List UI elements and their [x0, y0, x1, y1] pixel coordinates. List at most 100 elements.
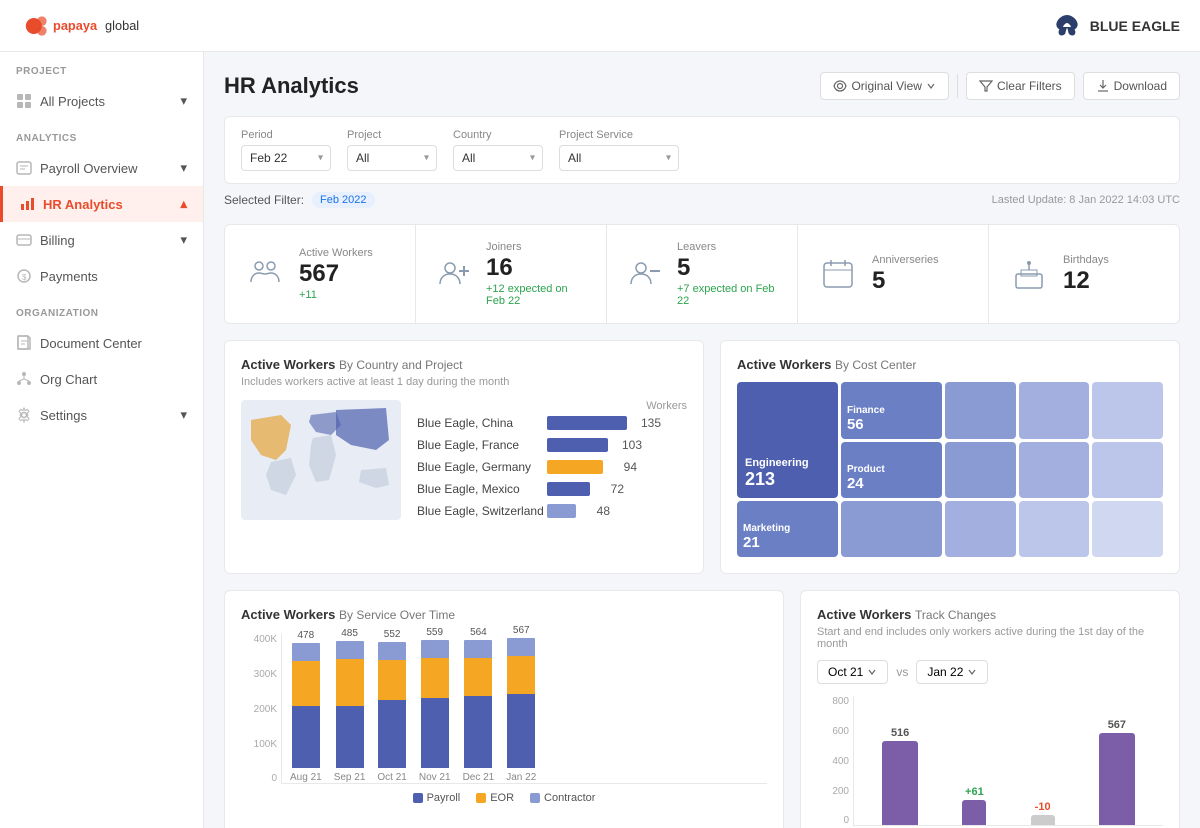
- original-view-button[interactable]: Original View: [820, 72, 948, 100]
- country-list: Workers Blue Eagle, China 135 Blue Ea: [417, 400, 687, 540]
- page-header: HR Analytics Original View Clear Filters: [224, 72, 1180, 100]
- grid-icon: [16, 93, 32, 109]
- papaya-global-logo: papaya global: [20, 10, 150, 42]
- nov21-eor: [421, 658, 449, 698]
- selected-filter-row: Selected Filter: Feb 2022 Lasted Update:…: [224, 192, 1180, 208]
- period-select[interactable]: Feb 22: [241, 145, 331, 171]
- sidebar-item-settings[interactable]: Settings ▾: [0, 397, 203, 433]
- sidebar-item-payments[interactable]: $ Payments: [0, 258, 203, 294]
- marketing-cell: Marketing 21: [737, 501, 838, 557]
- sidebar-item-hr-analytics[interactable]: HR Analytics ▴: [0, 186, 203, 222]
- bars-container: 478 Aug 21 485: [281, 634, 767, 784]
- last-update: Lasted Update: 8 Jan 2022 14:03 UTC: [992, 194, 1180, 206]
- track-changes-title: Active Workers Track Changes: [817, 607, 1163, 622]
- track-bar-oct21: 516: [882, 727, 918, 825]
- bottom-charts: Active Workers By Service Over Time 400K…: [224, 590, 1180, 828]
- charts-row-1: Active Workers By Country and Project In…: [224, 340, 1180, 574]
- divider: [957, 74, 958, 98]
- header-right: BLUE EAGLE: [1052, 11, 1180, 41]
- download-button[interactable]: Download: [1083, 72, 1180, 100]
- stat-card-active-workers: Active Workers 567 +11: [225, 225, 416, 323]
- project-service-filter-group: Project Service All: [559, 129, 679, 171]
- project-select[interactable]: All: [347, 145, 437, 171]
- jan22-track-bar: [1099, 733, 1135, 825]
- joiners-value: 16: [486, 255, 586, 281]
- compare-row: Oct 21 vs Jan 22: [817, 660, 1163, 684]
- bar-aug21: 478 Aug 21: [290, 630, 322, 783]
- filters-row: Period Feb 22 Project All: [224, 116, 1180, 184]
- project-service-label: Project Service: [559, 129, 679, 141]
- period-select-wrapper: Feb 22: [241, 145, 331, 171]
- active-workers-sub: +11: [299, 289, 373, 301]
- period1-button[interactable]: Oct 21: [817, 660, 888, 684]
- switzerland-bar: [547, 504, 576, 518]
- period2-button[interactable]: Jan 22: [916, 660, 988, 684]
- oct21-track-bar: [882, 741, 918, 825]
- project-service-select[interactable]: All: [559, 145, 679, 171]
- birthdays-label: Birthdays: [1063, 254, 1109, 266]
- cost-cell-4: [1019, 382, 1090, 438]
- y-axis: 400K 300K 200K 100K 0: [241, 634, 277, 784]
- country-row-china: Blue Eagle, China 135: [417, 416, 687, 430]
- joiners-label: Joiners: [486, 241, 586, 253]
- workers-icon: [245, 254, 285, 294]
- active-workers-value: 567: [299, 261, 373, 287]
- oct21-payroll: [378, 700, 406, 768]
- china-bar: [547, 416, 627, 430]
- germany-bar: [547, 460, 603, 474]
- sidebar-item-payroll-overview[interactable]: Payroll Overview ▾: [0, 150, 203, 186]
- hr-analytics-label: HR Analytics: [43, 197, 123, 212]
- country-select[interactable]: All: [453, 145, 543, 171]
- time-chart-card: Active Workers By Service Over Time 400K…: [224, 590, 784, 828]
- bar-sep21: 485 Sep 21: [334, 628, 366, 783]
- track-bar-leavers: -10: [1031, 801, 1055, 825]
- dec21-payroll: [464, 696, 492, 768]
- stat-card-anniversaries: Anniverseries 5: [798, 225, 989, 323]
- jan22-contractor: [507, 638, 535, 656]
- clear-filters-button[interactable]: Clear Filters: [966, 72, 1075, 100]
- app-container: papaya global BLUE EAGLE PROJECT All Pro…: [0, 0, 1200, 828]
- bar-jan22: 567 Jan 22: [506, 625, 536, 783]
- nov21-contractor: [421, 640, 449, 658]
- track-bar-jan22: 567: [1099, 719, 1135, 825]
- nov21-payroll: [421, 698, 449, 768]
- country-chart-body: Workers Blue Eagle, China 135 Blue Ea: [241, 400, 687, 540]
- jan22-payroll: [507, 694, 535, 768]
- birthdays-value: 12: [1063, 268, 1109, 294]
- bar-nov21: 559 Nov 21: [419, 627, 451, 783]
- engineering-cell: Engineering 213: [737, 382, 838, 498]
- track-changes-desc: Start and end includes only workers acti…: [817, 626, 1163, 650]
- sidebar-item-billing[interactable]: Billing ▾: [0, 222, 203, 258]
- cost-cell-3: [945, 382, 1016, 438]
- org-chart-icon: [16, 371, 32, 387]
- logo: papaya global: [20, 10, 150, 42]
- selected-filter: Selected Filter: Feb 2022: [224, 192, 375, 208]
- cost-center-grid: Engineering 213 Finance 56: [737, 382, 1163, 557]
- analytics-section-label: ANALYTICS: [0, 119, 203, 150]
- svg-text:$: $: [22, 273, 27, 282]
- aug21-eor: [292, 661, 320, 706]
- chevron-up-icon: ▴: [180, 196, 187, 212]
- selected-filter-label: Selected Filter:: [224, 193, 304, 207]
- sidebar-item-org-chart[interactable]: Org Chart: [0, 361, 203, 397]
- cost-cell-13: [945, 501, 1016, 557]
- sidebar-item-document-center[interactable]: Document Center: [0, 325, 203, 361]
- project-select-wrapper: All: [347, 145, 437, 171]
- chevron-down-icon3: ▾: [180, 232, 187, 248]
- workers-col-header: Workers: [417, 400, 687, 412]
- main-layout: PROJECT All Projects ▾ ANALYTICS Payroll…: [0, 52, 1200, 828]
- chevron-down-icon6: [867, 667, 877, 677]
- filter-chip: Feb 2022: [312, 192, 374, 208]
- sidebar-item-all-projects[interactable]: All Projects ▾: [0, 83, 203, 119]
- joiners-icon: [436, 254, 472, 294]
- project-service-select-wrapper: All: [559, 145, 679, 171]
- leavers-icon: [627, 254, 663, 294]
- oct21-contractor: [378, 642, 406, 660]
- product-cell: Product 24: [841, 442, 942, 498]
- time-chart-title: Active Workers By Service Over Time: [241, 607, 767, 622]
- period-filter-group: Period Feb 22: [241, 129, 331, 171]
- active-workers-label: Active Workers: [299, 247, 373, 259]
- oct21-eor: [378, 660, 406, 700]
- country-chart-subtitle: Includes workers active at least 1 day d…: [241, 376, 687, 388]
- cost-cell-8: [945, 442, 1016, 498]
